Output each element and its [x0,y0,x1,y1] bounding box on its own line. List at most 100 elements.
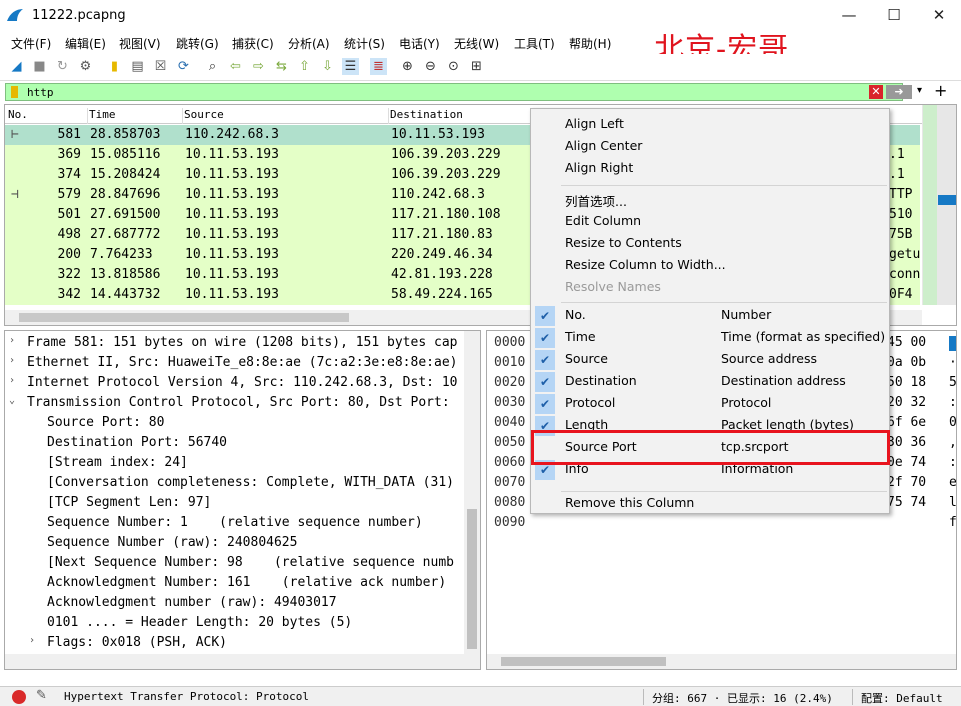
close-button[interactable]: ✕ [916,0,961,31]
bookmark-icon[interactable] [11,86,18,98]
detail-tree-item[interactable]: Acknowledgment Number: 161 (relative ack… [47,575,446,590]
menu-tools[interactable]: 工具(T) [514,35,555,52]
filter-text: http [27,86,54,99]
menu-separator [561,185,887,186]
save-file-icon[interactable]: ▤ [129,58,146,75]
details-horizontal-scrollbar[interactable] [5,654,464,669]
detail-tree-item[interactable]: › Ethernet II, Src: HuaweiTe_e8:8e:ae (7c… [9,355,457,370]
clear-filter-icon[interactable]: ✕ [869,85,883,99]
menu-statistics[interactable]: 统计(S) [344,35,385,52]
detail-tree-item[interactable]: Sequence Number: 1 (relative sequence nu… [47,515,423,530]
open-file-icon[interactable]: ▮ [106,58,123,75]
menu-column-toggle[interactable]: Source [565,351,608,366]
go-to-packet-icon[interactable]: ⇆ [273,58,290,75]
byte-ascii: : [949,455,957,470]
maximize-button[interactable]: ☐ [871,0,917,31]
menu-align-left[interactable]: Align Left [565,116,624,131]
menu-remove-column[interactable]: Remove this Column [565,495,694,510]
detail-tree-item[interactable]: [Conversation completeness: Complete, WI… [47,475,454,490]
close-file-icon[interactable]: ☒ [152,58,169,75]
go-forward-icon[interactable]: ⇨ [250,58,267,75]
reload-file-icon[interactable]: ⟳ [175,58,192,75]
expert-info-icon[interactable] [12,690,26,704]
packet-destination: 42.81.193.228 [391,267,493,282]
capture-comment-icon[interactable]: ✎ [36,688,47,703]
first-packet-icon[interactable]: ⇧ [296,58,313,75]
tree-expand-icon[interactable]: › [9,375,15,386]
restart-capture-icon[interactable]: ↻ [54,58,71,75]
menu-analyze[interactable]: 分析(A) [288,35,330,52]
go-back-icon[interactable]: ⇦ [227,58,244,75]
menu-edit-column[interactable]: Edit Column [565,213,641,228]
detail-tree-item[interactable]: [Stream index: 24] [47,455,188,470]
menu-column-toggle[interactable]: Protocol [565,395,615,410]
menu-column-description: Destination address [721,373,846,388]
zoom-out-icon[interactable]: ⊖ [422,58,439,75]
detail-tree-item[interactable]: › Internet Protocol Version 4, Src: 110.2… [9,375,457,390]
find-packet-icon[interactable]: ⌕ [204,58,221,75]
detail-tree-item[interactable]: Sequence Number (raw): 240804625 [47,535,297,550]
apply-filter-icon[interactable]: ➜ [886,85,912,99]
packet-time: 27.691500 [90,207,161,222]
menu-align-right[interactable]: Align Right [565,160,633,175]
menu-column-toggle[interactable]: Destination [565,373,637,388]
detail-tree-item[interactable]: Source Port: 80 [47,415,164,430]
menu-view[interactable]: 视图(V) [119,35,161,52]
menu-column-toggle[interactable]: No. [565,307,586,322]
autoscroll-icon[interactable]: ☰ [342,58,359,75]
capture-options-icon[interactable]: ⚙ [77,58,94,75]
byte-offset: 0040 [494,415,526,430]
detail-tree-item[interactable]: Acknowledgment number (raw): 49403017 [47,595,337,610]
zoom-in-icon[interactable]: ⊕ [399,58,416,75]
menu-help[interactable]: 帮助(H) [569,35,611,52]
menu-align-center[interactable]: Align Center [565,138,642,153]
filter-history-chevron-down-icon[interactable]: ▾ [917,85,922,96]
column-header-destination[interactable]: Destination [390,108,530,124]
menu-resize-column-to-width[interactable]: Resize Column to Width... [565,257,726,272]
wireshark-fin-icon [7,9,23,21]
detail-tree-item[interactable]: [Next Sequence Number: 98 (relative sequ… [47,555,454,570]
column-header-source[interactable]: Source [184,108,389,124]
menu-column-preferences[interactable]: 列首选项... [565,191,627,210]
packet-details-pane[interactable]: › Frame 581: 151 bytes on wire (1208 bits… [4,330,481,670]
details-vertical-scrollbar[interactable] [464,331,480,669]
packet-source: 10.11.53.193 [185,267,279,282]
detail-tree-item[interactable]: › Flags: 0x018 (PSH, ACK) [29,635,227,650]
last-packet-icon[interactable]: ⇩ [319,58,336,75]
detail-tree-item[interactable]: › Frame 581: 151 bytes on wire (1208 bits… [9,335,457,350]
normal-size-icon[interactable]: ⊙ [445,58,462,75]
packet-source: 10.11.53.193 [185,167,279,182]
add-filter-button-icon[interactable]: + [934,81,947,100]
display-filter-input[interactable]: http ✕ ➜ [5,83,912,101]
detail-tree-item[interactable]: Destination Port: 56740 [47,435,227,450]
packet-time: 13.818586 [90,267,161,282]
tree-expand-icon[interactable]: › [9,335,15,346]
menu-resize-to-contents[interactable]: Resize to Contents [565,235,682,250]
column-header-time[interactable]: Time [89,108,183,124]
menu-telephony[interactable]: 电话(Y) [399,35,440,52]
detail-tree-item[interactable]: ⌄ Transmission Control Protocol, Src Port… [9,395,457,410]
column-header-no[interactable]: No. [8,108,88,124]
menu-capture[interactable]: 捕获(C) [232,35,274,52]
menu-wireless[interactable]: 无线(W) [454,35,499,52]
menu-column-toggle[interactable]: Time [565,329,596,344]
bytes-horizontal-scrollbar[interactable] [487,654,956,669]
byte-ascii: : [949,395,957,410]
stop-capture-icon[interactable]: ■ [31,58,48,75]
detail-tree-item[interactable]: [TCP Segment Len: 97] [47,495,211,510]
status-profile[interactable]: 配置: Default [861,690,943,706]
menu-edit[interactable]: 编辑(E) [65,35,106,52]
start-capture-icon[interactable]: ◢ [8,58,25,75]
tree-expand-icon[interactable]: ⌄ [9,395,15,406]
tree-expand-icon[interactable]: › [9,355,15,366]
resize-columns-icon[interactable]: ⊞ [468,58,485,75]
byte-offset: 0080 [494,495,526,510]
minimize-button[interactable]: — [826,0,872,31]
menu-go[interactable]: 跳转(G) [176,35,219,52]
packet-list-vertical-scrollbar[interactable] [922,105,956,305]
packet-info-partial: getu [889,247,921,262]
detail-tree-item[interactable]: 0101 .... = Header Length: 20 bytes (5) [47,615,352,630]
menu-file[interactable]: 文件(F) [11,35,51,52]
colorize-icon[interactable]: ≣ [370,58,387,75]
tree-expand-icon[interactable]: › [29,635,35,646]
